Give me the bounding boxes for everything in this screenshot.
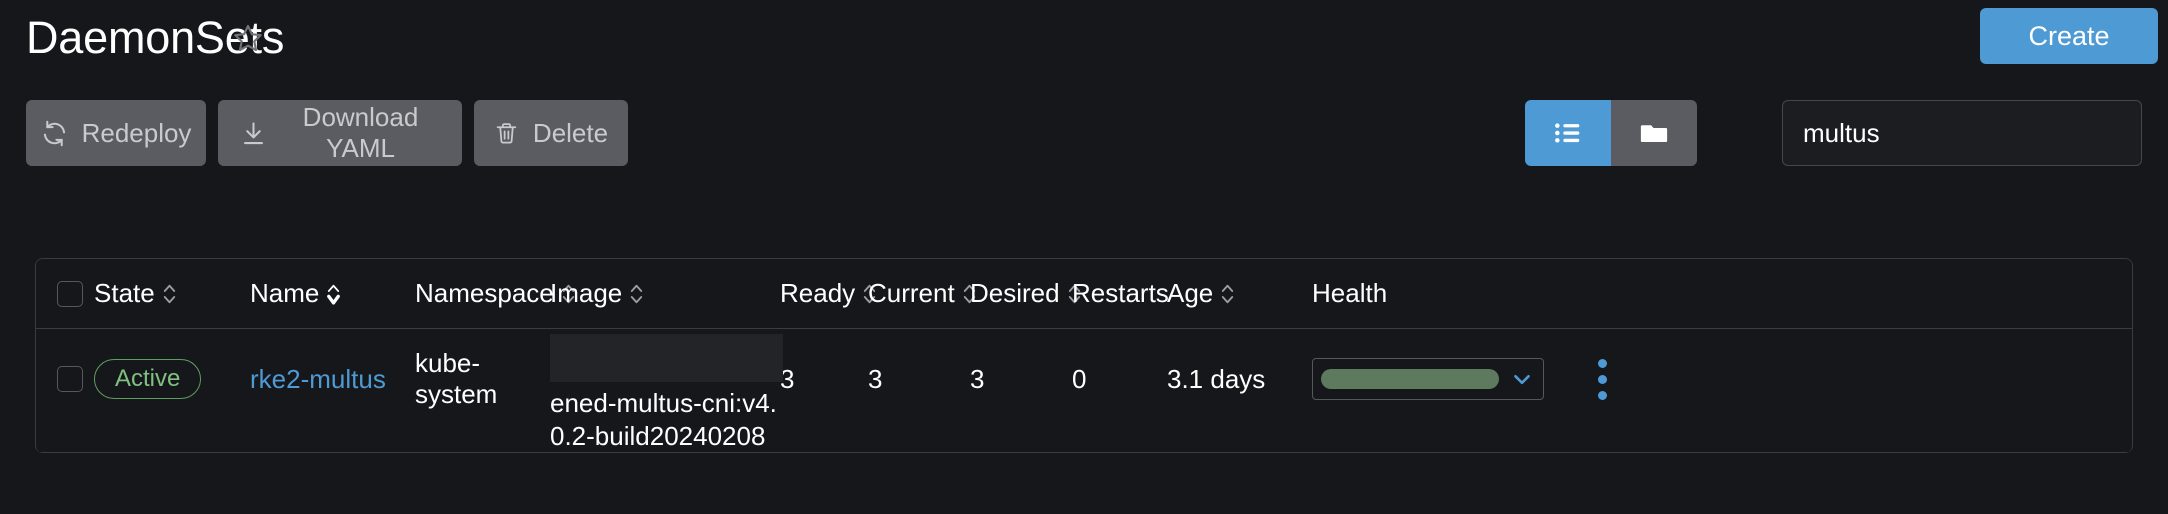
redeploy-label: Redeploy [81, 117, 192, 148]
redaction-block [550, 334, 783, 382]
status-badge: Active [94, 358, 202, 400]
page-header: DaemonSets Create [0, 0, 2168, 88]
cell-ready: 3 [780, 363, 795, 394]
cell-actions [1572, 329, 1632, 429]
column-header-image[interactable]: Image [550, 259, 780, 329]
daemonsets-page: DaemonSets Create Redeploy Download YAML… [0, 0, 2168, 514]
cell-health [1312, 329, 1572, 429]
sort-icon [161, 281, 178, 307]
cell-namespace: kube-system [415, 348, 498, 409]
column-header-current[interactable]: Current [868, 259, 975, 329]
search-input[interactable] [1782, 100, 2142, 166]
column-header-state[interactable]: State [94, 259, 250, 329]
list-view-button[interactable] [1525, 100, 1611, 166]
delete-label: Delete [532, 117, 609, 148]
row-select-checkbox[interactable] [57, 366, 83, 392]
column-label-ready: Ready [780, 278, 856, 308]
column-header-health: Health [1312, 259, 1572, 329]
column-label-desired: Desired [970, 278, 1060, 308]
cell-name: rke2-multus [250, 329, 415, 429]
sort-icon-active [325, 281, 342, 307]
folder-view-button[interactable] [1611, 100, 1697, 166]
cell-restarts: 0 [1072, 363, 1087, 394]
download-yaml-label: Download YAML [302, 102, 419, 163]
trash-icon [494, 121, 519, 146]
column-label-state: State [94, 278, 155, 308]
sort-icon [1219, 281, 1236, 307]
column-header-restarts[interactable]: Restarts [1072, 259, 1169, 329]
column-label-restarts: Restarts [1072, 278, 1169, 308]
sort-icon [628, 281, 645, 307]
chevron-down-icon [1509, 366, 1535, 392]
row-select-cell [46, 329, 94, 429]
column-label-health: Health [1312, 278, 1388, 308]
redeploy-button[interactable]: Redeploy [26, 100, 206, 166]
create-button[interactable]: Create [1980, 8, 2158, 64]
daemonset-name-link[interactable]: rke2-multus [250, 364, 386, 395]
health-dropdown[interactable] [1312, 358, 1544, 400]
cell-desired: 3 [970, 363, 985, 394]
cell-current: 3 [868, 363, 883, 394]
column-header-age[interactable]: Age [1167, 259, 1312, 329]
table-header-row: State Name Namespace Image Ready Current… [36, 259, 2132, 329]
star-outline-icon[interactable] [232, 22, 264, 54]
cell-age: 3.1 days [1167, 363, 1266, 394]
column-label-current: Current [868, 278, 955, 308]
table-row[interactable]: Active rke2-multus kube-system ened-mult… [36, 329, 2132, 453]
column-label-namespace: Namespace [415, 278, 554, 308]
column-label-age: Age [1167, 278, 1214, 308]
column-label-name: Name [250, 278, 320, 308]
image-text: ened-multus-cni:v4.0.2-build20240208 [550, 388, 777, 451]
kebab-menu-icon[interactable] [1597, 358, 1607, 400]
delete-button[interactable]: Delete [474, 100, 628, 166]
health-bar [1321, 369, 1499, 389]
cell-state: Active [94, 329, 250, 429]
column-header-name[interactable]: Name [250, 259, 415, 329]
refresh-icon [41, 120, 68, 147]
download-icon [240, 120, 267, 147]
column-header-namespace[interactable]: Namespace [415, 259, 574, 329]
action-toolbar: Redeploy Download YAML Delete multus [0, 96, 2168, 192]
daemonsets-table: State Name Namespace Image Ready Current… [35, 258, 2133, 453]
select-all-checkbox[interactable] [57, 280, 83, 307]
column-label-image: Image [550, 278, 623, 308]
download-yaml-button[interactable]: Download YAML [218, 100, 462, 166]
cell-image: ened-multus-cni:v4.0.2-build20240208 [550, 329, 783, 453]
list-view-icon [1552, 117, 1584, 149]
column-header-desired[interactable]: Desired [970, 259, 1080, 329]
view-toggle-group [1525, 100, 1697, 166]
folder-view-icon [1639, 118, 1669, 148]
select-all-cell [46, 259, 94, 329]
column-header-ready[interactable]: Ready [780, 259, 876, 329]
column-header-actions [1572, 259, 1632, 329]
